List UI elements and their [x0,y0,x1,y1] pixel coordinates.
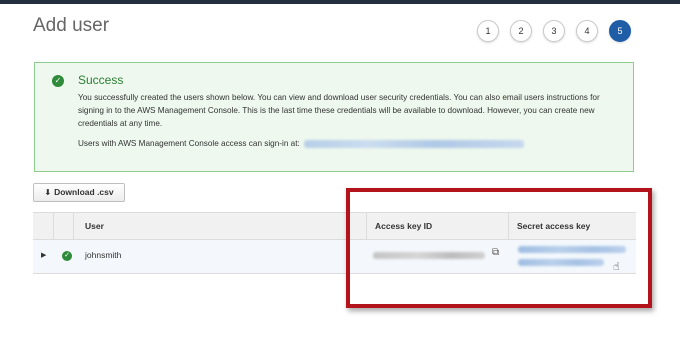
success-alert: ✓ Success You successfully created the u… [34,62,634,172]
user-name: johnsmith [85,250,122,260]
wizard-steps: 1 2 3 4 5 [0,20,680,44]
download-icon: ⬇ [44,188,52,197]
column-divider [53,213,54,240]
check-circle-icon: ✓ [62,251,72,261]
highlight-box [346,188,652,308]
top-bar [0,0,680,4]
download-csv-button[interactable]: ⬇ Download .csv [33,183,125,202]
download-label: Download .csv [54,187,114,197]
signin-label: Users with AWS Management Console access… [78,139,300,148]
column-divider [73,213,74,240]
step-4[interactable]: 4 [576,20,598,42]
success-title: Success [78,73,124,87]
check-circle-icon: ✓ [52,75,64,87]
step-1[interactable]: 1 [477,20,499,42]
step-2[interactable]: 2 [510,20,532,42]
success-message: You successfully created the users shown… [78,93,600,128]
caret-right-icon[interactable]: ▶ [41,251,46,259]
step-3[interactable]: 3 [543,20,565,42]
signin-info: Users with AWS Management Console access… [78,139,524,148]
signin-url-redacted[interactable] [303,139,524,148]
header-user[interactable]: User [85,213,104,240]
step-5[interactable]: 5 [609,20,631,42]
